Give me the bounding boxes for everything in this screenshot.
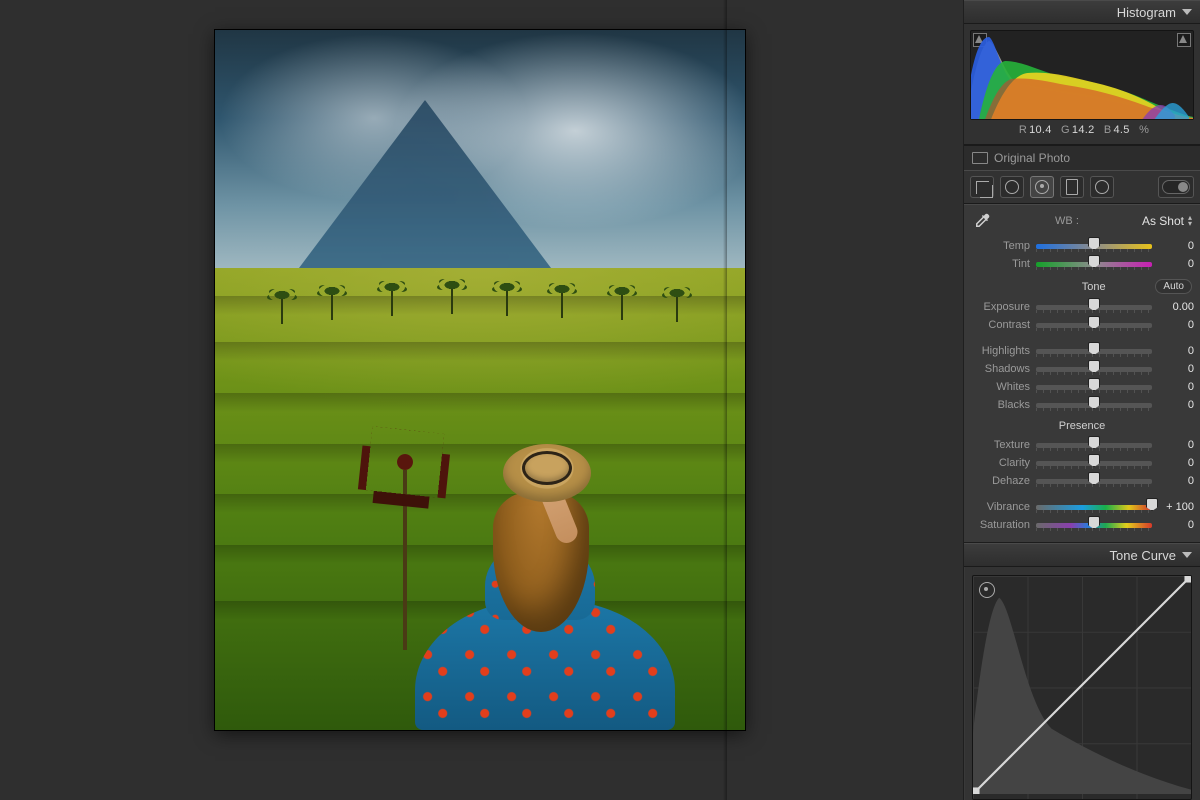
dehaze-track[interactable] (1036, 475, 1152, 487)
clarity-track[interactable] (1036, 457, 1152, 469)
radial-tool[interactable] (1090, 176, 1114, 198)
gradient-icon (1066, 179, 1078, 195)
develop-right-panel: Histogram R10.4 (963, 0, 1200, 800)
spot-tool[interactable] (1000, 176, 1024, 198)
shadows-label: Shadows (970, 363, 1030, 375)
basic-panel: WB : As Shot ▴▾ Temp 0 Tint 0 Tone Auto Exp… (964, 204, 1200, 543)
highlights-value: 0 (1158, 345, 1194, 357)
tint-slider[interactable]: Tint 0 (970, 255, 1194, 273)
blacks-slider[interactable]: Blacks 0 (970, 396, 1194, 414)
exposure-slider[interactable]: Exposure 0.00 (970, 298, 1194, 316)
presence-title: Presence (1059, 420, 1105, 432)
exposure-value: 0.00 (1158, 301, 1194, 313)
vibrance-track[interactable] (1036, 501, 1152, 513)
collapse-icon (1182, 9, 1192, 15)
whites-slider[interactable]: Whites 0 (970, 378, 1194, 396)
texture-slider[interactable]: Texture 0 (970, 436, 1194, 454)
blacks-value: 0 (1158, 399, 1194, 411)
vibrance-label: Vibrance (970, 501, 1030, 513)
clarity-slider[interactable]: Clarity 0 (970, 454, 1194, 472)
saturation-track[interactable] (1036, 519, 1152, 531)
shadows-slider[interactable]: Shadows 0 (970, 360, 1194, 378)
compare-icon (972, 152, 988, 164)
histogram-graph[interactable] (970, 30, 1194, 120)
texture-value: 0 (1158, 439, 1194, 451)
whites-value: 0 (1158, 381, 1194, 393)
highlights-slider[interactable]: Highlights 0 (970, 342, 1194, 360)
dehaze-value: 0 (1158, 475, 1194, 487)
wb-label: WB : (1055, 215, 1079, 227)
exposure-label: Exposure (970, 301, 1030, 313)
histogram-header[interactable]: Histogram (964, 0, 1200, 24)
local-adjust-toolstrip (964, 170, 1200, 204)
mask-switch[interactable] (1158, 176, 1194, 198)
contrast-slider[interactable]: Contrast 0 (970, 316, 1194, 334)
original-photo-toggle[interactable]: Original Photo (964, 145, 1200, 170)
dehaze-label: Dehaze (970, 475, 1030, 487)
tonecurve-graph[interactable] (972, 575, 1192, 800)
wb-preset-value: As Shot (1142, 214, 1184, 228)
temp-track[interactable] (1036, 240, 1152, 252)
saturation-label: Saturation (970, 519, 1030, 531)
tonecurve-header[interactable]: Tone Curve (964, 543, 1200, 567)
blacks-track[interactable] (1036, 399, 1152, 411)
collapse-icon (1182, 552, 1192, 558)
highlights-label: Highlights (970, 345, 1030, 357)
histogram-panel: R10.4 G14.2 B4.5 % (964, 24, 1200, 145)
shadows-track[interactable] (1036, 363, 1152, 375)
texture-label: Texture (970, 439, 1030, 451)
whites-label: Whites (970, 381, 1030, 393)
preview-photo[interactable] (215, 30, 745, 730)
tone-title: Tone (1082, 281, 1106, 293)
clarity-label: Clarity (970, 457, 1030, 469)
temp-value: 0 (1158, 240, 1194, 252)
saturation-value: 0 (1158, 519, 1194, 531)
saturation-slider[interactable]: Saturation 0 (970, 516, 1194, 534)
temp-label: Temp (970, 240, 1030, 252)
tint-value: 0 (1158, 258, 1194, 270)
circle-icon (1005, 180, 1019, 194)
redeye-tool[interactable] (1030, 176, 1054, 198)
eyedropper-icon (973, 212, 991, 230)
eye-icon (1035, 180, 1049, 194)
histogram-title: Histogram (1117, 5, 1176, 20)
crop-icon (976, 181, 989, 194)
switch-icon (1162, 180, 1190, 194)
tonecurve-title: Tone Curve (1110, 548, 1176, 563)
vibrance-value: + 100 (1158, 501, 1194, 513)
shadows-value: 0 (1158, 363, 1194, 375)
wb-eyedropper[interactable] (972, 211, 992, 231)
texture-track[interactable] (1036, 439, 1152, 451)
dehaze-slider[interactable]: Dehaze 0 (970, 472, 1194, 490)
auto-button[interactable]: Auto (1155, 279, 1192, 294)
blacks-label: Blacks (970, 399, 1030, 411)
rgb-readout: R10.4 G14.2 B4.5 % (970, 120, 1194, 138)
contrast-value: 0 (1158, 319, 1194, 331)
radial-icon (1095, 180, 1109, 194)
original-photo-label: Original Photo (994, 151, 1070, 165)
exposure-track[interactable] (1036, 301, 1152, 313)
image-canvas[interactable] (0, 0, 963, 800)
crop-tool[interactable] (970, 176, 994, 198)
contrast-track[interactable] (1036, 319, 1152, 331)
vibrance-slider[interactable]: Vibrance + 100 (970, 498, 1194, 516)
updown-icon: ▴▾ (1188, 215, 1192, 227)
contrast-label: Contrast (970, 319, 1030, 331)
wb-preset-dropdown[interactable]: As Shot ▴▾ (1142, 214, 1192, 228)
temp-slider[interactable]: Temp 0 (970, 237, 1194, 255)
clarity-value: 0 (1158, 457, 1194, 469)
tint-track[interactable] (1036, 258, 1152, 270)
highlights-track[interactable] (1036, 345, 1152, 357)
tint-label: Tint (970, 258, 1030, 270)
whites-track[interactable] (1036, 381, 1152, 393)
grad-tool[interactable] (1060, 176, 1084, 198)
